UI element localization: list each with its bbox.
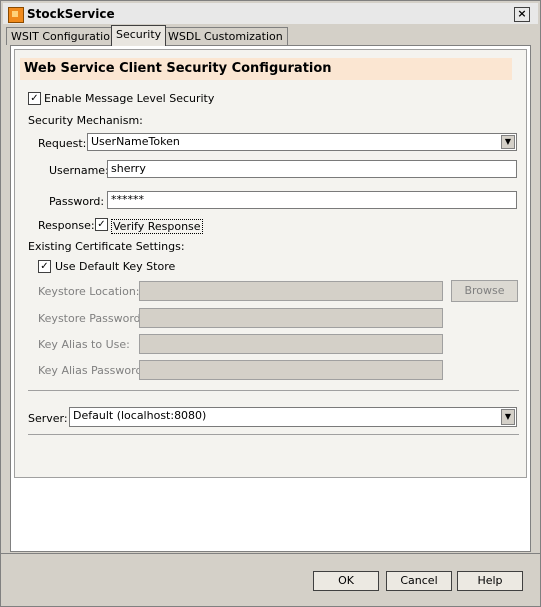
key-alias-field[interactable] <box>139 334 443 354</box>
window-title: StockService <box>27 7 115 21</box>
server-select[interactable]: Default (localhost:8080) ▼ <box>69 407 517 427</box>
request-label: Request: <box>38 137 87 150</box>
browse-button[interactable]: Browse <box>451 280 518 302</box>
dialog-window: StockService × WSIT Configuration Securi… <box>0 0 541 607</box>
existing-certificate-label: Existing Certificate Settings: <box>28 240 185 253</box>
verify-response-checkbox[interactable]: ✓ <box>95 218 108 231</box>
keystore-password-label: Keystore Password: <box>38 312 145 325</box>
use-default-keystore-label: Use Default Key Store <box>55 260 176 273</box>
tab-wsdl-customization[interactable]: WSDL Customization <box>163 27 288 45</box>
section-heading: Web Service Client Security Configuratio… <box>24 61 332 76</box>
separator <box>28 434 519 435</box>
app-icon <box>8 7 24 23</box>
tab-security[interactable]: Security <box>111 25 167 46</box>
key-alias-label: Key Alias to Use: <box>38 338 130 351</box>
separator <box>28 390 519 391</box>
enable-message-security-checkbox[interactable]: ✓ <box>28 92 41 105</box>
section-header: Web Service Client Security Configuratio… <box>20 58 512 80</box>
response-label: Response: <box>38 219 95 232</box>
help-button[interactable]: Help <box>457 571 523 591</box>
server-select-value: Default (localhost:8080) <box>73 409 207 422</box>
chevron-down-icon[interactable]: ▼ <box>501 135 515 149</box>
username-field[interactable]: sherry <box>107 160 517 178</box>
keystore-location-label: Keystore Location: <box>38 285 140 298</box>
request-select-value: UserNameToken <box>91 135 180 148</box>
use-default-keystore-checkbox[interactable]: ✓ <box>38 260 51 273</box>
security-panel: Web Service Client Security Configuratio… <box>10 45 531 552</box>
password-label: Password: <box>49 195 105 208</box>
cancel-button[interactable]: Cancel <box>386 571 452 591</box>
title-bar: StockService × <box>3 3 538 24</box>
tab-wsit-configuration[interactable]: WSIT Configuration <box>6 27 122 45</box>
security-mechanism-label: Security Mechanism: <box>28 114 143 127</box>
close-button[interactable]: × <box>514 7 530 22</box>
enable-message-security-label: Enable Message Level Security <box>44 92 215 105</box>
username-label: Username: <box>49 164 109 177</box>
ok-button[interactable]: OK <box>313 571 379 591</box>
footer-divider <box>1 553 540 554</box>
server-label: Server: <box>28 412 68 425</box>
keystore-password-field[interactable] <box>139 308 443 328</box>
chevron-down-icon[interactable]: ▼ <box>501 409 515 425</box>
request-select[interactable]: UserNameToken ▼ <box>87 133 517 151</box>
key-alias-password-label: Key Alias Password: <box>38 364 147 377</box>
key-alias-password-field[interactable] <box>139 360 443 380</box>
verify-response-label: Verify Response <box>111 219 203 234</box>
keystore-location-field[interactable] <box>139 281 443 301</box>
security-content: Web Service Client Security Configuratio… <box>14 49 527 478</box>
password-field[interactable]: ****** <box>107 191 517 209</box>
